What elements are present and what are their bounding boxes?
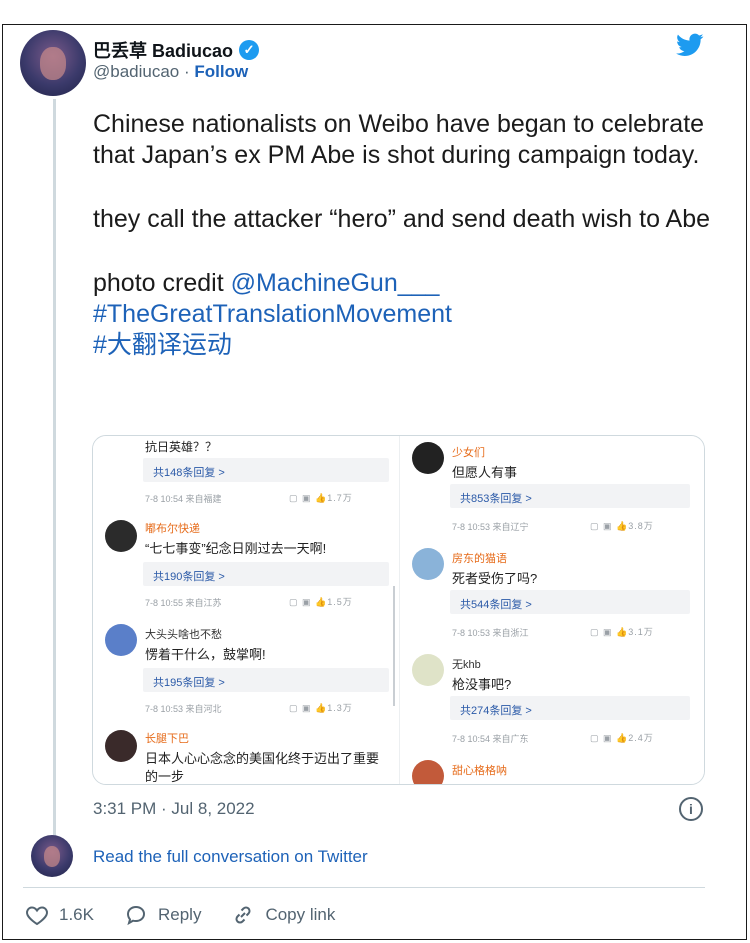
photo-credit-prefix: photo credit <box>93 269 231 297</box>
tweet-paragraph-2: they call the attacker “hero” and send d… <box>93 205 711 233</box>
author-avatar[interactable] <box>20 30 86 96</box>
like-count: 1.7万 <box>327 493 353 503</box>
comment-text: 但愿人有事 <box>452 465 518 480</box>
conversation-avatar[interactable] <box>31 835 73 877</box>
commenter-avatar <box>105 730 137 762</box>
commenter-avatar <box>412 442 444 474</box>
commenter-avatar <box>105 624 137 656</box>
commenter-name: 甜心格格呐 <box>452 765 507 777</box>
scrollbar <box>393 586 395 706</box>
like-count: 3.8万 <box>628 521 654 531</box>
comment-actions: ▢ ▣ 👍1.7万 <box>289 493 353 503</box>
tweet-embed-card: 巴丢草 Badiucao ✓ @badiucao · Follow Chines… <box>2 24 747 940</box>
handle-row: @badiucao · Follow <box>93 62 248 82</box>
comment-meta: 7-8 10:53 来自辽宁 <box>452 522 529 532</box>
hashtag-link-2[interactable]: #大翻译运动 <box>93 330 713 361</box>
hashtag-link-1[interactable]: #TheGreatTranslationMovement <box>93 299 713 330</box>
reply-button[interactable]: Reply <box>124 903 201 927</box>
commenter-name: 少女们 <box>452 447 485 459</box>
reply-count: 共190条回复 > <box>143 562 389 586</box>
reply-label: Reply <box>157 905 202 924</box>
commenter-name: 嘟布尔快递 <box>145 523 200 535</box>
comment-actions: ▢ ▣ 👍3.8万 <box>590 521 654 531</box>
twitter-bird-icon[interactable] <box>674 31 706 59</box>
mention-link[interactable]: @MachineGun___ <box>231 269 440 297</box>
heart-icon <box>26 906 48 926</box>
tweet-timestamp[interactable]: 3:31 PM · Jul 8, 2022 <box>93 799 255 819</box>
reply-count: 共544条回复 > <box>450 590 690 614</box>
author-name[interactable]: 巴丢草 Badiucao <box>93 37 233 63</box>
copy-link-button[interactable]: Copy link <box>231 903 335 927</box>
reply-count: 共195条回复 > <box>143 668 389 692</box>
reply-count: 共853条回复 > <box>450 484 690 508</box>
comment-actions: ▢ ▣ 👍2.4万 <box>590 733 654 743</box>
follow-button[interactable]: Follow <box>194 62 248 81</box>
comment-text: 死者受伤了吗? <box>452 571 538 586</box>
comment-text: 抗日英雄？？ <box>145 440 218 454</box>
commenter-name: 无khb <box>452 659 481 671</box>
like-count: 1.6K <box>59 905 94 924</box>
reply-bubble-icon <box>126 905 145 926</box>
author-handle[interactable]: @badiucao <box>93 62 179 81</box>
comment-meta: 7-8 10:54 来自广东 <box>452 734 529 744</box>
commenter-avatar <box>412 760 444 784</box>
comment-text: 愣着干什么，鼓掌啊! <box>145 647 266 662</box>
photo-credit-line: photo credit @MachineGun___ <box>93 268 713 299</box>
link-icon <box>235 906 251 924</box>
comment-meta: 7-8 10:53 来自浙江 <box>452 628 529 638</box>
commenter-avatar <box>105 520 137 552</box>
thread-line <box>53 99 56 847</box>
commenter-avatar <box>412 548 444 580</box>
copy-link-label: Copy link <box>265 905 336 924</box>
commenter-avatar <box>412 654 444 686</box>
comment-text: 的一步 <box>145 769 185 784</box>
commenter-name: 大头头啥也不愁 <box>145 629 222 641</box>
comment-actions: ▢ ▣ 👍1.5万 <box>289 597 353 607</box>
commenter-name: 长腿下巴 <box>145 733 189 745</box>
like-count: 2.4万 <box>628 733 654 743</box>
read-full-conversation-link[interactable]: Read the full conversation on Twitter <box>93 847 368 867</box>
author-name-row[interactable]: 巴丢草 Badiucao ✓ <box>93 37 260 63</box>
comment-actions: ▢ ▣ 👍3.1万 <box>590 627 654 637</box>
comment-text: 枪没事吧? <box>452 677 512 692</box>
comment-actions: ▢ ▣ 👍1.3万 <box>289 703 353 713</box>
comment-text: “七七事变”纪念日刚过去一天啊! <box>145 541 327 556</box>
handle-separator: · <box>179 62 195 81</box>
attached-image[interactable]: 抗日英雄？？ 共148条回复 > 7-8 10:54 来自福建 ▢ ▣ 👍1.7… <box>92 435 705 785</box>
screenshot-right-column: 少女们 但愿人有事 共853条回复 > 7-8 10:53 来自辽宁 ▢ ▣ 👍… <box>399 436 704 784</box>
comment-meta: 7-8 10:53 来自河北 <box>145 704 222 714</box>
screenshot-left-column: 抗日英雄？？ 共148条回复 > 7-8 10:54 来自福建 ▢ ▣ 👍1.7… <box>93 436 399 784</box>
like-button[interactable]: 1.6K <box>25 903 94 927</box>
verified-badge-icon: ✓ <box>239 40 260 60</box>
comment-meta: 7-8 10:54 来自福建 <box>145 494 222 504</box>
like-count: 1.5万 <box>327 597 353 607</box>
action-bar: 1.6K Reply Copy link <box>25 903 365 927</box>
commenter-name: 房东的猫语 <box>452 553 507 565</box>
tweet-paragraph-1: Chinese nationalists on Weibo have began… <box>93 110 705 169</box>
divider <box>23 887 705 888</box>
comment-text: 日本人心心念念的美国化终于迈出了重要 <box>145 751 380 766</box>
like-count: 1.3万 <box>327 703 353 713</box>
tweet-text: Chinese nationalists on Weibo have began… <box>93 109 713 361</box>
reply-count: 共274条回复 > <box>450 696 690 720</box>
like-count: 3.1万 <box>628 627 654 637</box>
info-icon[interactable]: i <box>679 797 703 821</box>
reply-count: 共148条回复 > <box>143 458 389 482</box>
comment-meta: 7-8 10:55 来自江苏 <box>145 598 222 608</box>
